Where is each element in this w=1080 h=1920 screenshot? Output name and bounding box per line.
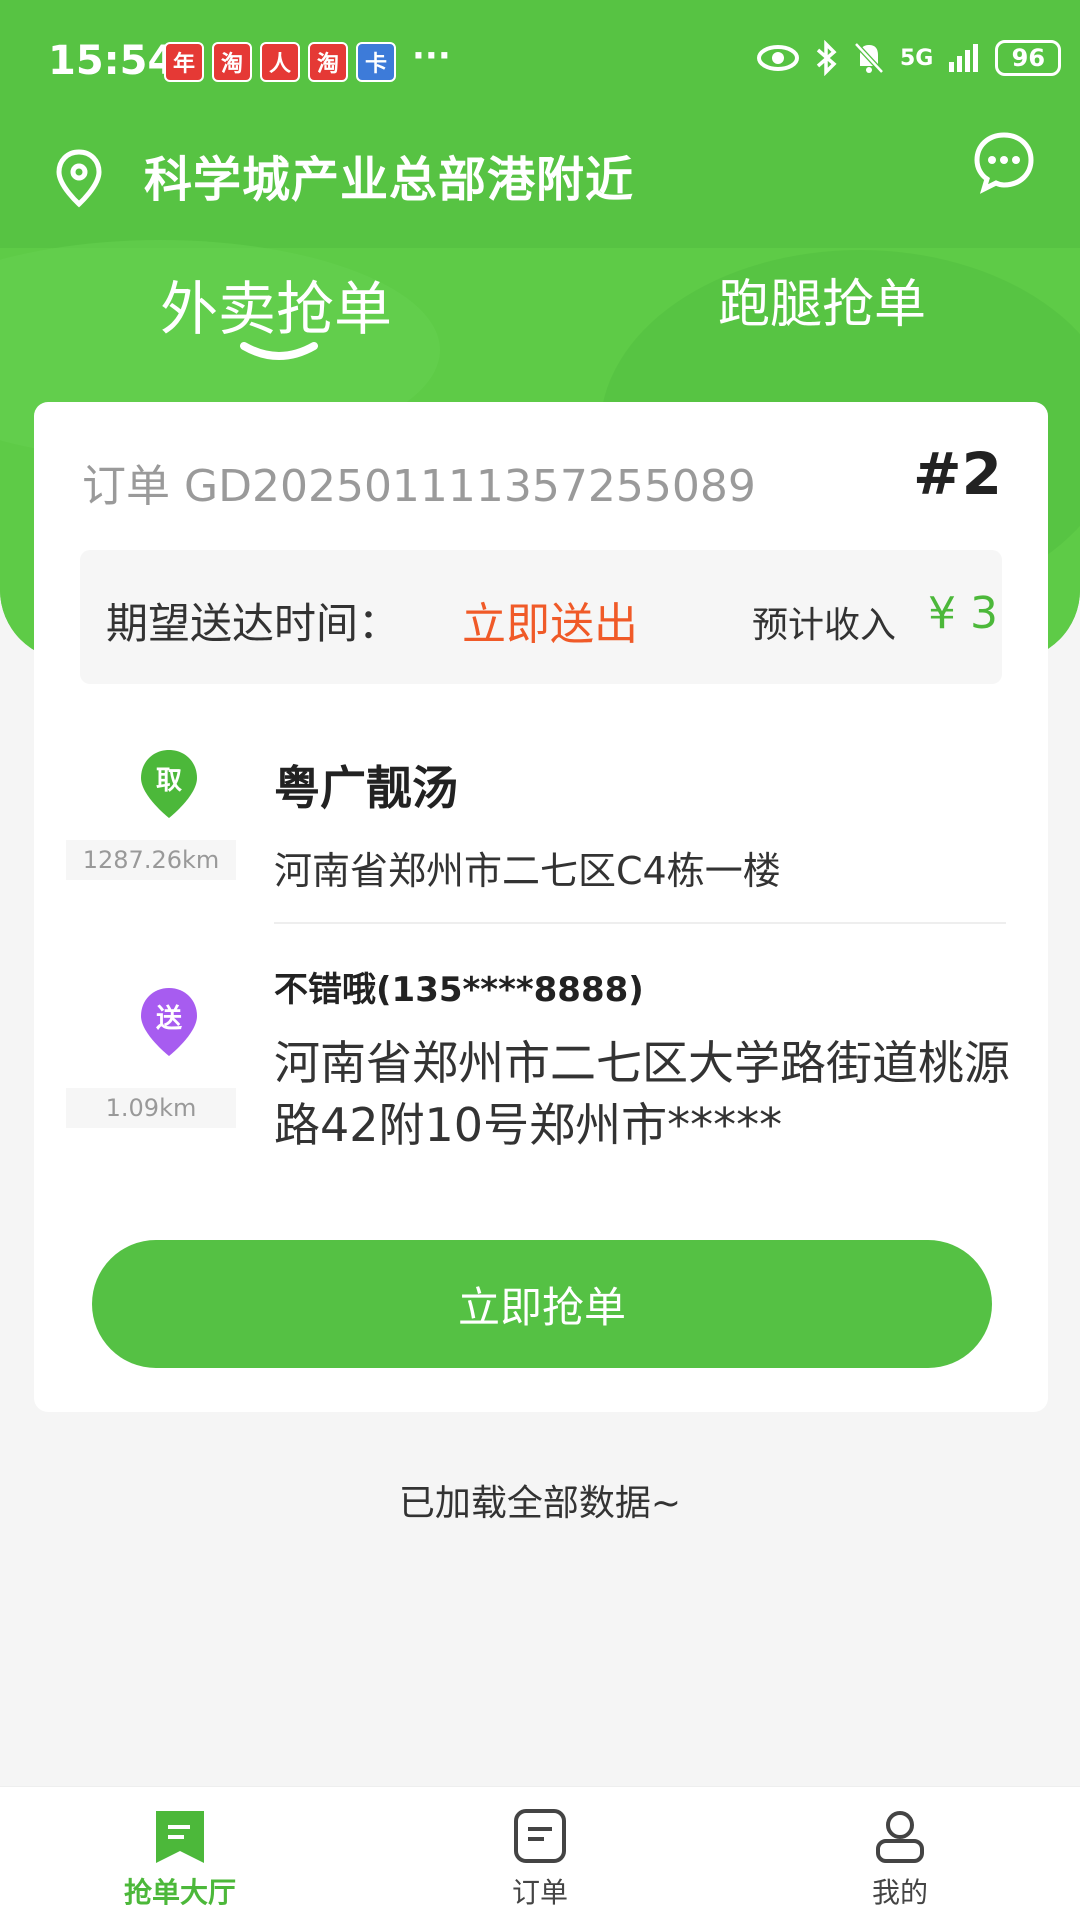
delivery-pin-icon: 送 [138, 986, 200, 1058]
order-card[interactable]: 订单 GD2025011113572550​89 #2 期望送达时间： 立即送出… [34, 402, 1048, 1412]
bluetooth-icon [816, 40, 837, 76]
income-value: ¥ 3 [928, 588, 998, 639]
bottom-nav: 抢单大厅 订单 我的 [0, 1786, 1080, 1920]
notification-icons: 年 淘 人 淘 卡 [164, 42, 396, 82]
nav-label: 抢单大厅 [123, 1876, 236, 1909]
active-tab-indicator [240, 342, 318, 360]
more-notifications-icon: ··· [412, 36, 451, 76]
income-label: 预计收入 [752, 605, 897, 646]
nav-profile[interactable]: 我的 [800, 1805, 1000, 1911]
tab-errand-orders[interactable]: 跑腿抢单 [718, 262, 926, 337]
pickup-address: 河南省郑州市二七区C4栋一楼 [274, 849, 781, 893]
recipient-contact: 不错哦(135****8888) [274, 970, 644, 1010]
battery-icon: 96 [995, 40, 1062, 76]
system-icons: 5G 96 [756, 40, 1062, 76]
app-screen: 15:54 年 淘 人 淘 卡 ··· 5G 96 科学城产业总部港附近 外卖抢… [0, 0, 1080, 1920]
delivery-info-box: 期望送达时间： 立即送出 预计收入 ¥ 3 [80, 550, 1002, 684]
delivery-distance: 1.09km [66, 1088, 236, 1128]
delivery-badge: 送 [155, 1004, 182, 1034]
nav-orders[interactable]: 订单 [440, 1805, 640, 1911]
nav-label: 订单 [511, 1876, 568, 1909]
nav-label: 我的 [871, 1876, 928, 1909]
signal-icon [949, 44, 979, 72]
current-location[interactable]: 科学城产业总部港附近 [144, 140, 634, 210]
divider [274, 922, 1006, 924]
network-type: 5G [900, 45, 934, 71]
location-pin-icon[interactable] [52, 148, 106, 208]
order-number: 订单 GD2025011113572550​89 [82, 461, 756, 512]
pickup-pin-icon: 取 [138, 748, 200, 820]
nav-grab-hall[interactable]: 抢单大厅 [80, 1805, 280, 1911]
status-time: 15:54 [48, 38, 176, 84]
message-icon[interactable] [972, 130, 1036, 194]
store-name: 粤广靓汤 [274, 761, 458, 815]
tab-takeout-orders[interactable]: 外卖抢单 [160, 262, 392, 346]
expected-time-label: 期望送达时间： [106, 599, 401, 648]
order-index: #2 [913, 440, 1002, 508]
notification-app-icon: 人 [260, 42, 300, 82]
pickup-distance: 1287.26km [66, 840, 236, 880]
grab-hall-icon [156, 1811, 204, 1863]
status-bar: 15:54 年 淘 人 淘 卡 ··· 5G 96 [0, 0, 1080, 120]
order-icon [514, 1809, 566, 1863]
taobao-app-icon: 淘 [308, 42, 348, 82]
mute-bell-icon [854, 42, 884, 74]
delivery-address: 河南省郑州市二七区大学路街道桃源路42附10号郑州市***** [274, 1036, 1010, 1152]
eye-icon [757, 45, 799, 71]
grab-order-button[interactable]: 立即抢单 [92, 1240, 992, 1368]
card-app-icon: 卡 [356, 42, 396, 82]
all-loaded-message: 已加载全部数据~ [398, 1483, 682, 1524]
taobao-app-icon: 淘 [212, 42, 252, 82]
expected-time-value: 立即送出 [462, 599, 638, 650]
profile-icon [876, 1811, 924, 1863]
pickup-badge: 取 [155, 766, 182, 796]
notification-app-icon: 年 [164, 42, 204, 82]
